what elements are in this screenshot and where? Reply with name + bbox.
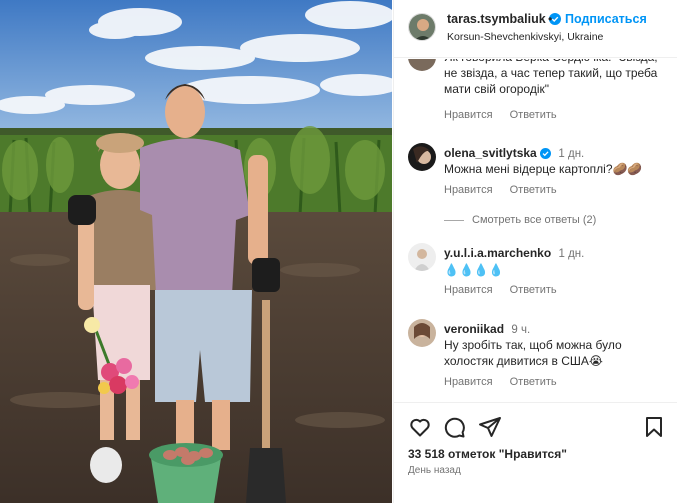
- comment-time[interactable]: 1 дн.: [558, 148, 584, 160]
- post-date[interactable]: День назад: [408, 465, 461, 476]
- paper-plane-icon[interactable]: [478, 415, 502, 439]
- verified-badge-icon: [540, 148, 552, 159]
- comment-reply-button[interactable]: Ответить: [510, 284, 557, 296]
- post-photo[interactable]: [0, 0, 392, 503]
- comment-bubble-icon[interactable]: [442, 415, 466, 439]
- comments-list[interactable]: Як говорила Верка Сердючка: "Звіздa, не …: [394, 59, 677, 402]
- commenter-username[interactable]: y.u.l.i.a.marchenko: [444, 246, 551, 260]
- author-avatar[interactable]: [408, 13, 436, 41]
- commenter-avatar[interactable]: [408, 243, 436, 271]
- likes-count[interactable]: 33 518 отметок "Нравится": [408, 447, 567, 461]
- commenter-avatar[interactable]: [408, 59, 436, 71]
- bookmark-icon[interactable]: [642, 415, 666, 439]
- comment-like-button[interactable]: Нравится: [444, 284, 493, 296]
- comment-header: y.u.l.i.a.marchenko 1 дн.: [444, 245, 664, 262]
- comment-like-button[interactable]: Нравится: [444, 376, 493, 388]
- comment-actions: Нравится Ответить: [444, 376, 571, 388]
- comment-text: 💧💧💧💧: [444, 263, 504, 277]
- follow-button[interactable]: Подписаться: [565, 12, 647, 26]
- commenter-username[interactable]: veroniikad: [444, 322, 504, 336]
- comment-reply-button[interactable]: Ответить: [510, 109, 557, 121]
- comment-text: Як говорила Верка Сердючка: "Звіздa, не …: [444, 59, 658, 96]
- commenter-avatar[interactable]: [408, 143, 436, 171]
- commenter-username[interactable]: olena_svitlytska: [444, 146, 537, 160]
- comment-actions: Нравится Ответить: [444, 284, 571, 296]
- replies-divider-line: [444, 219, 464, 221]
- comment-header: olena_svitlytska 1 дн.: [444, 145, 664, 162]
- comment-header: veroniikad 9 ч.: [444, 321, 664, 338]
- separator-dot: •: [548, 12, 553, 26]
- view-replies-label: Смотреть все ответы (2): [472, 214, 597, 226]
- comment-actions: Нравится Ответить: [444, 184, 571, 196]
- author-username[interactable]: taras.tsymbaliuk: [447, 12, 562, 26]
- author-username-text: taras.tsymbaliuk: [447, 12, 546, 26]
- post-image: [0, 0, 392, 503]
- post-side-panel: taras.tsymbaliuk • Подписаться Korsun-Sh…: [393, 0, 677, 503]
- commenter-avatar[interactable]: [408, 319, 436, 347]
- comment-like-button[interactable]: Нравится: [444, 184, 493, 196]
- comment-reply-button[interactable]: Ответить: [510, 184, 557, 196]
- comment-text: Ну зробіть так, щоб можна було холостяк …: [444, 338, 622, 368]
- comment-text: Можна мені відерце картоплі?🥔🥔: [444, 162, 643, 176]
- post-location[interactable]: Korsun-Shevchenkivskyi, Ukraine: [447, 31, 603, 43]
- comment-time[interactable]: 1 дн.: [559, 248, 585, 260]
- post-header: taras.tsymbaliuk • Подписаться Korsun-Sh…: [394, 0, 677, 58]
- comment-time[interactable]: 9 ч.: [511, 324, 530, 336]
- post-actions: 33 518 отметок "Нравится" День назад: [394, 402, 677, 503]
- comment-reply-button[interactable]: Ответить: [510, 376, 557, 388]
- view-replies-button[interactable]: Смотреть все ответы (2): [444, 214, 596, 226]
- comment-actions: Нравится Ответить: [444, 109, 571, 121]
- heart-outline-icon[interactable]: [408, 415, 432, 439]
- comment-like-button[interactable]: Нравится: [444, 109, 493, 121]
